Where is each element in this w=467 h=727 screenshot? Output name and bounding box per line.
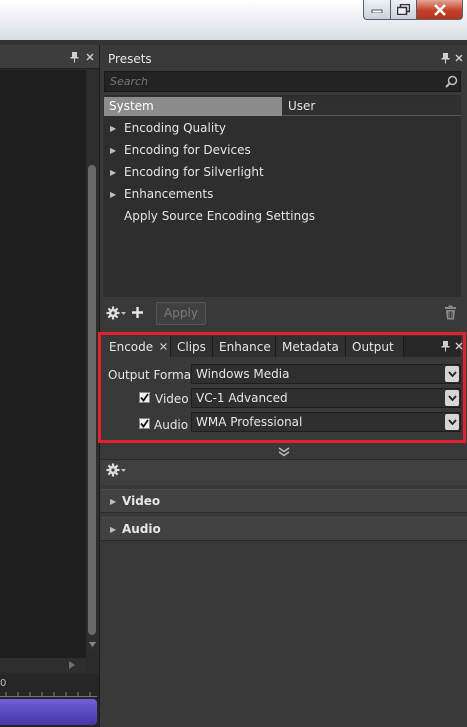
- chevron-down-icon[interactable]: [121, 312, 126, 315]
- timeline-clip[interactable]: [0, 699, 97, 725]
- expand-arrow-icon[interactable]: ▶: [110, 190, 124, 199]
- preset-item-label: Encoding Quality: [124, 121, 226, 135]
- settings-toolbar: [101, 459, 467, 485]
- media-panel-header: [0, 45, 99, 69]
- preset-item-encoding-quality[interactable]: ▶ Encoding Quality: [110, 118, 226, 138]
- scroll-right-icon[interactable]: [69, 661, 75, 669]
- pin-icon[interactable]: [441, 52, 450, 64]
- minimize-icon: [371, 9, 383, 13]
- presets-title: Presets: [108, 52, 152, 66]
- scroll-down-icon[interactable]: [89, 642, 96, 647]
- maximize-icon: [397, 4, 410, 15]
- tab-user[interactable]: User: [282, 97, 461, 116]
- double-chevron-down-icon[interactable]: [278, 447, 290, 457]
- preset-item-label: Encoding for Devices: [124, 143, 251, 157]
- expand-arrow-icon: ▶: [110, 496, 117, 506]
- search-icon[interactable]: [445, 75, 458, 88]
- preset-item-label: Enhancements: [124, 187, 214, 201]
- close-panel-icon[interactable]: [455, 54, 463, 62]
- section-audio-label: Audio: [122, 522, 161, 536]
- scrollbar-thumb[interactable]: [88, 165, 96, 635]
- maximize-button[interactable]: [390, 0, 417, 20]
- trash-icon[interactable]: [444, 305, 457, 320]
- section-video-label: Video: [122, 494, 161, 508]
- presets-search-box: [104, 71, 461, 92]
- section-video[interactable]: ▶ Video: [101, 489, 467, 513]
- section-audio[interactable]: ▶ Audio: [101, 517, 467, 541]
- preset-item-enhancements[interactable]: ▶ Enhancements: [110, 184, 213, 204]
- gear-icon[interactable]: [106, 463, 120, 477]
- expand-arrow-icon: ▶: [110, 524, 117, 534]
- gear-icon[interactable]: [106, 306, 120, 320]
- close-icon: [433, 3, 446, 16]
- expand-arrow-icon[interactable]: ▶: [110, 124, 124, 133]
- preset-item-encoding-for-silverlight[interactable]: ▶ Encoding for Silverlight: [110, 162, 264, 182]
- expand-arrow-icon[interactable]: ▶: [110, 146, 124, 155]
- pin-icon[interactable]: [70, 51, 79, 63]
- close-panel-icon[interactable]: [86, 53, 94, 61]
- preset-item-apply-source-encoding-settings[interactable]: Apply Source Encoding Settings: [124, 206, 315, 226]
- expand-arrow-icon[interactable]: ▶: [110, 168, 124, 177]
- preset-item-label: Encoding for Silverlight: [124, 165, 264, 179]
- search-input[interactable]: [110, 73, 430, 90]
- highlight-box: [98, 332, 466, 443]
- chevron-down-icon[interactable]: [121, 469, 126, 472]
- timeline-ruler: [0, 692, 97, 697]
- preset-item-encoding-for-devices[interactable]: ▶ Encoding for Devices: [110, 140, 251, 160]
- tab-system[interactable]: System: [104, 97, 282, 116]
- timeline-start-label: 0: [0, 678, 7, 689]
- apply-button[interactable]: Apply: [156, 302, 206, 325]
- add-icon[interactable]: [131, 306, 144, 319]
- preset-item-label: Apply Source Encoding Settings: [124, 209, 316, 223]
- minimize-button[interactable]: [363, 0, 391, 20]
- close-button[interactable]: [416, 0, 463, 20]
- window-titlebar: [0, 0, 467, 40]
- horizontal-scrollbar[interactable]: [0, 658, 86, 672]
- media-list-area[interactable]: [0, 70, 86, 660]
